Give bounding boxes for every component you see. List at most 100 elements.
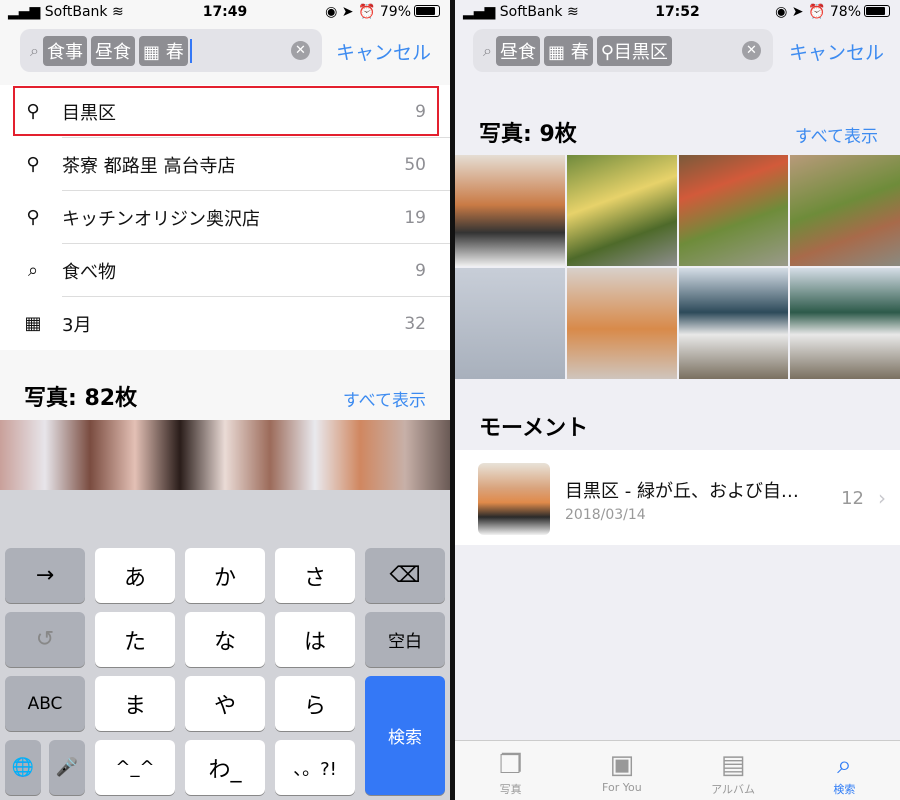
token-label: 春 (570, 41, 589, 63)
key[interactable]: な (185, 612, 265, 667)
search-token[interactable]: 昼食 (90, 35, 135, 66)
photos-header: 写真: 82枚 (24, 386, 138, 411)
search-field[interactable]: ⌕ 食事 昼食 ▦ 春 ✕ (20, 29, 322, 72)
calendar-icon: ▦ (547, 41, 571, 63)
status-bar: ▂▄▆ SoftBank ≋ 17:52 ◉ ➤ ⏰ 78% (455, 0, 900, 25)
left-screen: ▂▄▆ SoftBank ≋ 17:49 ◉ ➤ ⏰ 79% ⌕ 食事 昼食 ▦… (0, 0, 450, 800)
search-token[interactable]: ▦ 春 (543, 35, 593, 66)
search-key[interactable]: 検索 (365, 676, 445, 795)
photo-thumbnail[interactable] (455, 268, 565, 379)
key[interactable]: あ (95, 548, 175, 603)
tab-for-you[interactable]: ▣ For You (566, 741, 677, 800)
moment-row[interactable]: 目黒区 - 緑が丘、および自… 2018/03/14 12 › (455, 450, 900, 545)
key-arrow[interactable]: → (5, 548, 85, 603)
show-all-link[interactable]: すべて表示 (795, 122, 878, 147)
token-label: 目黒区 (613, 41, 668, 63)
status-right: ◉ ➤ ⏰ 79% (325, 4, 440, 20)
suggestion-label: 3月 (62, 314, 92, 336)
key[interactable]: 、。?! (275, 740, 355, 795)
moment-title: 目黒区 - 緑が丘、および自… (565, 481, 799, 502)
calendar-icon: ▦ (142, 41, 166, 63)
albums-icon: ▤ (720, 750, 746, 780)
tab-albums[interactable]: ▤ アルバム (678, 741, 789, 800)
suggestion-count: 50 (404, 154, 426, 175)
photo-thumbnail[interactable] (678, 155, 789, 266)
suggestion-row[interactable]: ⌕ 食べ物 9 (0, 244, 450, 297)
abc-key[interactable]: ABC (5, 676, 85, 731)
location-pin-icon: ⚲ (26, 154, 40, 175)
battery-percent: 79% (379, 4, 411, 20)
chevron-right-icon: › (878, 486, 886, 510)
suggestion-label: 食べ物 (62, 261, 116, 283)
moment-date: 2018/03/14 (565, 507, 646, 523)
moments-header: モーメント (479, 416, 589, 441)
tab-photos[interactable]: ❐ 写真 (455, 741, 566, 800)
search-icon: ⌕ (30, 40, 39, 60)
photo-thumbnail[interactable] (566, 268, 677, 379)
tab-label: 検索 (833, 783, 856, 796)
battery-icon (414, 5, 440, 17)
tab-bar: ❐ 写真 ▣ For You ▤ アルバム ⌕ 検索 (455, 740, 900, 800)
search-token[interactable]: ▦ 春 (138, 35, 188, 66)
key[interactable]: た (95, 612, 175, 667)
text-cursor (189, 38, 192, 63)
photo-thumbnail[interactable] (790, 155, 900, 266)
moment-thumbnail (478, 463, 550, 535)
key[interactable]: か (185, 548, 265, 603)
token-label: 春 (165, 41, 184, 63)
cancel-button[interactable]: キャンセル (789, 38, 884, 65)
tab-search[interactable]: ⌕ 検索 (789, 741, 900, 800)
status-right: ◉ ➤ ⏰ 78% (775, 4, 890, 20)
globe-key[interactable]: 🌐 (5, 740, 41, 795)
battery-icon (864, 5, 890, 17)
tab-label: アルバム (711, 783, 756, 796)
photo-strip[interactable] (0, 420, 450, 490)
keyboard: → あ か さ ⌫ ↺ た な は 空白 ABC ま や ら 検索 🌐 🎤 ^_… (0, 490, 450, 800)
battery-percent: 78% (829, 4, 861, 20)
suggestion-label: キッチンオリジン奥沢店 (62, 208, 260, 230)
key[interactable]: は (275, 612, 355, 667)
status-bar: ▂▄▆ SoftBank ≋ 17:49 ◉ ➤ ⏰ 79% (0, 0, 450, 25)
suggestion-count: 9 (415, 260, 426, 281)
calendar-icon: ▦ (24, 313, 42, 334)
search-icon: ⌕ (837, 750, 852, 780)
mic-key[interactable]: 🎤 (49, 740, 85, 795)
suggestion-row[interactable]: ⚲ キッチンオリジン奥沢店 19 (0, 191, 450, 244)
photo-thumbnail[interactable] (455, 155, 565, 266)
key[interactable]: わ_ (185, 740, 265, 795)
cancel-button[interactable]: キャンセル (336, 38, 431, 65)
photos-header: 写真: 9枚 (479, 122, 577, 147)
clear-icon[interactable]: ✕ (742, 41, 761, 60)
suggestion-count: 19 (404, 207, 426, 228)
location-pin-icon: ⚲ (26, 207, 40, 228)
show-all-link[interactable]: すべて表示 (343, 386, 426, 411)
key[interactable]: ら (275, 676, 355, 731)
search-field[interactable]: ⌕ 昼食 ▦ 春 ⚲目黒区 ✕ (473, 29, 773, 72)
space-key[interactable]: 空白 (365, 612, 445, 667)
clear-icon[interactable]: ✕ (291, 41, 310, 60)
photo-thumbnail[interactable] (790, 268, 900, 379)
tab-label: 写真 (499, 783, 522, 796)
suggestion-row[interactable]: ▦ 3月 32 (0, 297, 450, 350)
right-screen: ▂▄▆ SoftBank ≋ 17:52 ◉ ➤ ⏰ 78% ⌕ 昼食 ▦ 春 … (455, 0, 900, 800)
key[interactable]: ま (95, 676, 175, 731)
search-token[interactable]: 食事 (42, 35, 87, 66)
key[interactable]: さ (275, 548, 355, 603)
photo-thumbnail[interactable] (678, 268, 789, 379)
highlight-box (13, 86, 439, 136)
delete-key[interactable]: ⌫ (365, 548, 445, 603)
search-icon: ⌕ (27, 260, 39, 281)
photo-thumbnail[interactable] (566, 155, 677, 266)
suggestion-label: 茶寮 都路里 高台寺店 (62, 155, 236, 177)
location-pin-icon: ⚲ (600, 41, 614, 63)
search-token[interactable]: 昼食 (495, 35, 540, 66)
search-token[interactable]: ⚲目黒区 (596, 35, 672, 66)
suggestion-count: 32 (404, 313, 426, 334)
key[interactable]: ^_^ (95, 740, 175, 795)
for-you-icon: ▣ (609, 750, 635, 780)
undo-key[interactable]: ↺ (5, 612, 85, 667)
tab-label: For You (602, 781, 642, 794)
key[interactable]: や (185, 676, 265, 731)
suggestion-row[interactable]: ⚲ 茶寮 都路里 高台寺店 50 (0, 138, 450, 191)
photos-icon: ❐ (498, 750, 523, 780)
